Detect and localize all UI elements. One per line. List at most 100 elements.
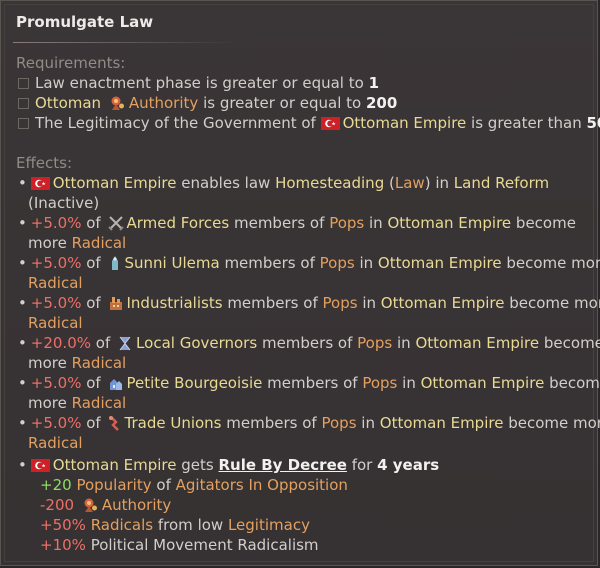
modifier-text: of bbox=[156, 476, 171, 494]
effect-text: of bbox=[86, 374, 101, 392]
radical-effect-row: • +5.0% of Trade Unions members of Pops … bbox=[18, 413, 600, 436]
factory-icon bbox=[108, 295, 124, 316]
requirement-checkbox bbox=[18, 118, 29, 129]
effect-text: become bbox=[515, 214, 576, 232]
country-link[interactable]: Ottoman Empire bbox=[381, 294, 505, 312]
radical-link[interactable]: Radical bbox=[28, 274, 83, 292]
modifier-link[interactable]: Popularity bbox=[76, 476, 151, 494]
requirement-value: 50 bbox=[586, 114, 600, 132]
authority-link[interactable]: Authority bbox=[129, 94, 198, 112]
effect-text: become bbox=[549, 374, 600, 392]
bullet: • bbox=[18, 456, 27, 474]
decree-modifier: +20 Popularity of Agitators In Oppositio… bbox=[40, 475, 348, 495]
modifier-text: from low bbox=[157, 516, 224, 534]
clergy-icon bbox=[108, 255, 122, 276]
country-link[interactable]: Ottoman bbox=[35, 94, 101, 112]
requirements-heading: Requirements: bbox=[16, 54, 126, 72]
effect-text: become more bbox=[509, 294, 600, 312]
law-concept-link[interactable]: Law bbox=[395, 174, 425, 192]
effect-text: of bbox=[86, 254, 101, 272]
effect-text: members of bbox=[233, 214, 325, 232]
law-effect-row: • Ottoman Empire enables law Homesteadin… bbox=[18, 173, 549, 193]
effect-text: in bbox=[369, 214, 383, 232]
modifier-value: -200 bbox=[40, 496, 75, 514]
modifier-link[interactable]: Agitators In Opposition bbox=[176, 476, 348, 494]
pops-link[interactable]: Pops bbox=[321, 414, 356, 432]
bullet: • bbox=[18, 294, 27, 312]
decree-link[interactable]: Rule By Decree bbox=[218, 456, 346, 474]
effect-text: in bbox=[362, 294, 377, 312]
paren-close: ) bbox=[424, 174, 431, 192]
effect-text: for bbox=[351, 456, 373, 474]
requirement-checkbox bbox=[18, 98, 29, 109]
interest-group-link[interactable]: Sunni Ulema bbox=[125, 254, 220, 272]
effect-amount: +5.0% bbox=[30, 374, 82, 392]
radical-link[interactable]: Radical bbox=[28, 314, 83, 332]
radical-effect-row-continued: more Radical bbox=[28, 353, 126, 373]
law-category-link[interactable]: Land Reform bbox=[454, 174, 549, 192]
pops-link[interactable]: Pops bbox=[323, 294, 358, 312]
ottoman-flag-icon bbox=[320, 117, 340, 130]
modifier-link[interactable]: Radicals bbox=[91, 516, 153, 534]
country-link[interactable]: Ottoman Empire bbox=[378, 254, 502, 272]
radical-effect-row-continued: Radical bbox=[28, 313, 83, 333]
requirement-row: The Legitimacy of the Government of Otto… bbox=[18, 113, 600, 133]
country-link[interactable]: Ottoman Empire bbox=[53, 174, 177, 192]
country-link[interactable]: Ottoman Empire bbox=[380, 414, 504, 432]
effect-amount: +5.0% bbox=[30, 214, 82, 232]
country-link[interactable]: Ottoman Empire bbox=[415, 334, 539, 352]
effect-text: become bbox=[543, 334, 600, 352]
bullet: • bbox=[18, 214, 27, 232]
radical-link[interactable]: Radical bbox=[72, 394, 127, 412]
pops-link[interactable]: Pops bbox=[329, 214, 364, 232]
trade-unions-icon bbox=[108, 415, 122, 436]
decree-modifier: +10% Political Movement Radicalism bbox=[40, 535, 319, 555]
radical-effect-row-continued: Radical bbox=[28, 433, 83, 453]
modifier-value: +10% bbox=[40, 536, 86, 554]
country-link[interactable]: Ottoman Empire bbox=[343, 114, 467, 132]
modifier-value: +50% bbox=[40, 516, 86, 534]
requirement-text: is greater than bbox=[471, 114, 582, 132]
effect-amount: +20.0% bbox=[30, 334, 92, 352]
modifier-link[interactable]: Legitimacy bbox=[228, 516, 310, 534]
radical-effect-row: • +5.0% of Industrialists members of Pop… bbox=[18, 293, 600, 316]
effect-text: of bbox=[86, 414, 101, 432]
interest-group-link[interactable]: Industrialists bbox=[127, 294, 223, 312]
interest-group-link[interactable]: Trade Unions bbox=[125, 414, 222, 432]
promulgate-law-tooltip: Promulgate Law Requirements: Law enactme… bbox=[0, 0, 600, 566]
radical-link[interactable]: Radical bbox=[72, 354, 127, 372]
law-link[interactable]: Homesteading bbox=[275, 174, 384, 192]
requirement-row: Law enactment phase is greater or equal … bbox=[18, 73, 379, 93]
radical-link[interactable]: Radical bbox=[72, 234, 127, 252]
effect-text: members of bbox=[261, 334, 353, 352]
modifier-link[interactable]: Authority bbox=[102, 496, 171, 514]
country-link[interactable]: Ottoman Empire bbox=[421, 374, 545, 392]
pops-link[interactable]: Pops bbox=[357, 334, 392, 352]
requirement-text: is greater or equal to bbox=[203, 94, 362, 112]
radical-link[interactable]: Radical bbox=[28, 434, 83, 452]
effect-text: in bbox=[396, 334, 411, 352]
effect-text: more bbox=[28, 394, 67, 412]
radical-effect-row-continued: Radical bbox=[28, 273, 83, 293]
decree-duration: 4 years bbox=[377, 456, 440, 474]
pops-link[interactable]: Pops bbox=[362, 374, 397, 392]
interest-group-link[interactable]: Petite Bourgeoisie bbox=[127, 374, 263, 392]
interest-group-link[interactable]: Armed Forces bbox=[127, 214, 230, 232]
decree-effect-row: • Ottoman Empire gets Rule By Decree for… bbox=[18, 455, 439, 475]
effect-text: members of bbox=[227, 294, 318, 312]
effect-amount: +5.0% bbox=[30, 414, 82, 432]
effect-text: in bbox=[359, 254, 374, 272]
interest-group-link[interactable]: Local Governors bbox=[136, 334, 257, 352]
requirement-value: 200 bbox=[365, 94, 398, 112]
radical-effect-row: • +5.0% of Sunni Ulema members of Pops i… bbox=[18, 253, 600, 276]
pops-link[interactable]: Pops bbox=[320, 254, 355, 272]
modifier-value: +20 bbox=[40, 476, 72, 494]
country-link[interactable]: Ottoman Empire bbox=[53, 456, 177, 474]
country-link[interactable]: Ottoman Empire bbox=[387, 214, 511, 232]
law-status: (Inactive) bbox=[28, 194, 100, 212]
requirement-checkbox bbox=[18, 78, 29, 89]
tooltip-title: Promulgate Law bbox=[16, 13, 154, 31]
radical-effect-row-continued: more Radical bbox=[28, 393, 126, 413]
effect-text: members of bbox=[226, 414, 317, 432]
requirement-text: Law enactment phase is greater or equal … bbox=[35, 74, 364, 92]
